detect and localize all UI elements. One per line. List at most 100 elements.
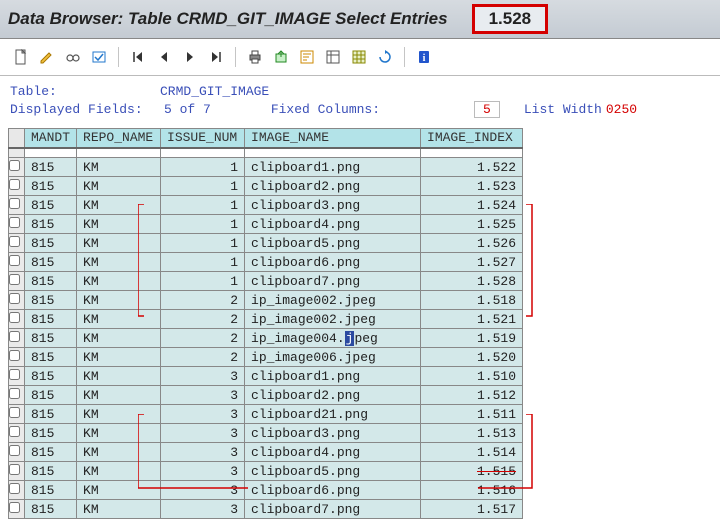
new-document-icon[interactable] [10, 47, 32, 67]
cell-index: 1.512 [421, 386, 523, 405]
edit-pencil-icon[interactable] [36, 47, 58, 67]
sort-icon[interactable] [296, 47, 318, 67]
cell-repo: KM [77, 348, 161, 367]
cell-issue: 1 [161, 253, 245, 272]
table-row[interactable]: 815KM2ip_image006.jpeg1.520 [9, 348, 523, 367]
print-icon[interactable] [244, 47, 266, 67]
cell-repo: KM [77, 367, 161, 386]
select-all-header[interactable] [9, 129, 25, 148]
row-selector[interactable] [9, 177, 25, 196]
row-selector[interactable] [9, 405, 25, 424]
cell-issue: 1 [161, 158, 245, 177]
row-selector[interactable] [9, 462, 25, 481]
cell-index: 1.513 [421, 424, 523, 443]
table-row[interactable]: 815KM1clipboard2.png1.523 [9, 177, 523, 196]
spreadsheet-icon[interactable] [348, 47, 370, 67]
row-selector[interactable] [9, 291, 25, 310]
row-selector[interactable] [9, 310, 25, 329]
cell-issue: 3 [161, 481, 245, 500]
cell-mandt: 815 [25, 272, 77, 291]
col-image-name[interactable]: IMAGE_NAME [245, 129, 421, 148]
last-page-icon[interactable] [205, 47, 227, 67]
cell-image: clipboard3.png [245, 196, 421, 215]
row-selector[interactable] [9, 158, 25, 177]
table-row[interactable]: 815KM1clipboard4.png1.525 [9, 215, 523, 234]
table-row[interactable]: 815KM1clipboard5.png1.526 [9, 234, 523, 253]
row-selector[interactable] [9, 253, 25, 272]
col-mandt[interactable]: MANDT [25, 129, 77, 148]
meta-fixed-val[interactable]: 5 [474, 101, 500, 118]
col-image-index[interactable]: IMAGE_INDEX [421, 129, 523, 148]
check-table-icon[interactable] [88, 47, 110, 67]
meta-table-name: CRMD_GIT_IMAGE [160, 84, 269, 99]
record-count-badge: 1.528 [472, 4, 549, 34]
meta-table-label: Table: [10, 84, 160, 99]
cell-image: clipboard1.png [245, 367, 421, 386]
cell-image: clipboard7.png [245, 500, 421, 519]
table-row[interactable]: 815KM3clipboard1.png1.510 [9, 367, 523, 386]
table-row[interactable]: 815KM1clipboard6.png1.527 [9, 253, 523, 272]
table-row[interactable]: 815KM1clipboard3.png1.524 [9, 196, 523, 215]
cell-repo: KM [77, 329, 161, 348]
row-selector[interactable] [9, 367, 25, 386]
cell-issue: 2 [161, 348, 245, 367]
col-issue-num[interactable]: ISSUE_NUM [161, 129, 245, 148]
table-row[interactable]: 815KM3clipboard3.png1.513 [9, 424, 523, 443]
title-bar: Data Browser: Table CRMD_GIT_IMAGE Selec… [0, 0, 720, 39]
table-row[interactable]: 815KM3clipboard4.png1.514 [9, 443, 523, 462]
first-page-icon[interactable] [127, 47, 149, 67]
layout-icon[interactable] [322, 47, 344, 67]
cell-mandt: 815 [25, 329, 77, 348]
glasses-icon[interactable] [62, 47, 84, 67]
cell-image: ip_image006.jpeg [245, 348, 421, 367]
cell-index: 1.527 [421, 253, 523, 272]
row-selector[interactable] [9, 272, 25, 291]
cell-index: 1.522 [421, 158, 523, 177]
table-row[interactable]: 815KM1clipboard7.png1.528 [9, 272, 523, 291]
next-page-icon[interactable] [179, 47, 201, 67]
table-row[interactable]: 815KM3clipboard6.png1.516 [9, 481, 523, 500]
cell-mandt: 815 [25, 424, 77, 443]
meta-listwidth-val: 0250 [606, 102, 637, 117]
cell-issue: 2 [161, 329, 245, 348]
cell-index: 1.528 [421, 272, 523, 291]
meta-fixed-label: Fixed Columns: [271, 102, 380, 117]
table-row[interactable]: 815KM2ip_image002.jpeg1.521 [9, 310, 523, 329]
cell-mandt: 815 [25, 386, 77, 405]
table-row[interactable]: 815KM1clipboard1.png1.522 [9, 158, 523, 177]
cell-image: clipboard3.png [245, 424, 421, 443]
cell-issue: 3 [161, 367, 245, 386]
refresh-icon[interactable] [374, 47, 396, 67]
table-row[interactable]: 815KM2ip_image002.jpeg1.518 [9, 291, 523, 310]
prev-page-icon[interactable] [153, 47, 175, 67]
row-selector[interactable] [9, 196, 25, 215]
table-row[interactable]: 815KM3clipboard7.png1.517 [9, 500, 523, 519]
cell-image: clipboard6.png [245, 481, 421, 500]
row-selector[interactable] [9, 481, 25, 500]
export-icon[interactable] [270, 47, 292, 67]
cell-mandt: 815 [25, 177, 77, 196]
col-repo-name[interactable]: REPO_NAME [77, 129, 161, 148]
toolbar-separator [118, 47, 119, 67]
row-selector[interactable] [9, 424, 25, 443]
info-icon[interactable]: i [413, 47, 435, 67]
row-selector[interactable] [9, 500, 25, 519]
cell-index: 1.519 [421, 329, 523, 348]
table-row[interactable]: 815KM3clipboard2.png1.512 [9, 386, 523, 405]
cell-repo: KM [77, 424, 161, 443]
cell-mandt: 815 [25, 215, 77, 234]
table-row[interactable]: 815KM3clipboard5.png1.515 [9, 462, 523, 481]
table-row[interactable]: 815KM2ip_image004.jpeg1.519 [9, 329, 523, 348]
cell-image: clipboard21.png [245, 405, 421, 424]
row-selector[interactable] [9, 386, 25, 405]
cell-image: clipboard1.png [245, 158, 421, 177]
row-selector[interactable] [9, 329, 25, 348]
cell-mandt: 815 [25, 310, 77, 329]
row-selector[interactable] [9, 348, 25, 367]
cell-repo: KM [77, 310, 161, 329]
row-selector[interactable] [9, 443, 25, 462]
row-selector[interactable] [9, 215, 25, 234]
row-selector[interactable] [9, 234, 25, 253]
table-row[interactable]: 815KM3clipboard21.png1.511 [9, 405, 523, 424]
cell-image: clipboard5.png [245, 462, 421, 481]
